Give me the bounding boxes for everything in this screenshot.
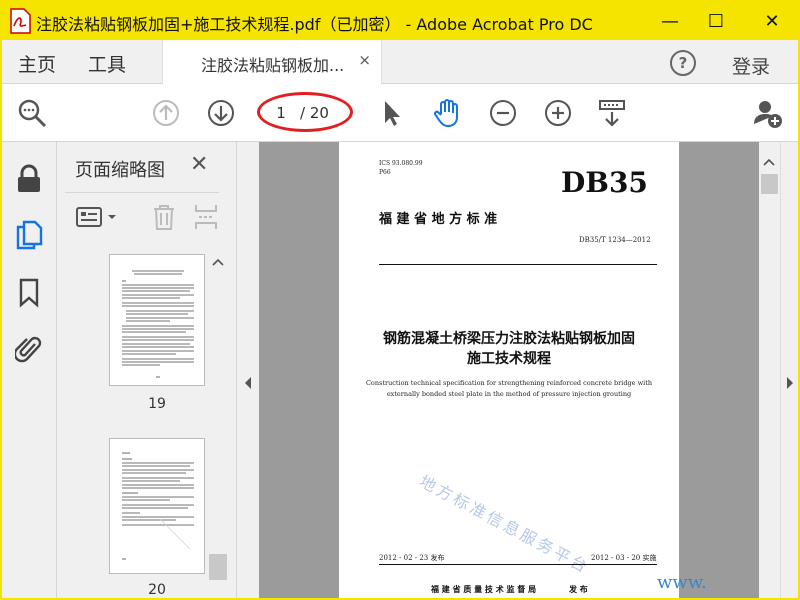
ics-code: ICS 93.080.99 bbox=[379, 160, 423, 167]
select-cursor-icon[interactable] bbox=[376, 97, 408, 129]
zoom-out-icon[interactable] bbox=[487, 97, 519, 129]
document-viewport[interactable]: ICS 93.080.99 P66 DB35 福 建 省 地 方 标 准 DB3… bbox=[259, 142, 759, 598]
thumbnail-options-icon[interactable] bbox=[75, 205, 121, 229]
implementation-date: 2012 - 03 - 20 实施 bbox=[591, 554, 657, 562]
category-code: P66 bbox=[379, 169, 391, 176]
site-watermark: www. com bbox=[657, 572, 707, 593]
maximize-button[interactable]: ☐ bbox=[692, 2, 740, 40]
left-rail bbox=[2, 142, 57, 598]
acrobat-window: 注胶法粘贴钢板加固+施工技术规程.pdf（已加密） - Adobe Acroba… bbox=[0, 0, 800, 600]
thumbnail-page[interactable] bbox=[109, 254, 205, 386]
close-panel-button[interactable]: ✕ bbox=[190, 152, 208, 177]
province-standard: 福 建 省 地 方 标 准 bbox=[379, 212, 498, 227]
pdf-page: ICS 93.080.99 P66 DB35 福 建 省 地 方 标 准 DB3… bbox=[339, 142, 679, 598]
tab-document[interactable]: 注胶法粘贴钢板加... × bbox=[162, 40, 382, 85]
lock-icon[interactable] bbox=[14, 164, 44, 194]
document-tab-label: 注胶法粘贴钢板加... bbox=[201, 56, 345, 75]
search-zoom-icon[interactable] bbox=[16, 97, 48, 129]
footer-rule bbox=[379, 564, 657, 565]
panel-toolbar bbox=[65, 192, 219, 232]
tab-bar: 主页 工具 注胶法粘贴钢板加... × ? 登录 bbox=[2, 40, 798, 85]
close-window-button[interactable]: ✕ bbox=[748, 2, 796, 40]
issuer-suffix: 发 布 bbox=[569, 584, 588, 594]
highlight-ellipse bbox=[257, 92, 353, 132]
english-title-line1: Construction technical specification for… bbox=[365, 379, 653, 387]
chevron-right-icon bbox=[787, 377, 793, 389]
thumbnail-label: 20 bbox=[148, 582, 166, 598]
scroll-mode-icon[interactable] bbox=[596, 97, 628, 129]
minimize-button[interactable]: — bbox=[646, 2, 694, 40]
standard-code: DB35/T 1234—2012 bbox=[579, 236, 651, 244]
page-down-icon[interactable] bbox=[205, 97, 237, 129]
english-title-line2: externally bonded steel plate in the met… bbox=[386, 390, 632, 398]
collapse-left-panel[interactable] bbox=[237, 142, 259, 598]
thumbnail-scroll-thumb[interactable] bbox=[209, 554, 227, 580]
document-title-line1: 钢筋混凝土桥梁压力注胶法粘贴钢板加固 bbox=[383, 331, 635, 347]
tab-tools[interactable]: 工具 bbox=[88, 50, 126, 77]
pdf-app-icon bbox=[10, 8, 31, 34]
close-tab-button[interactable]: × bbox=[358, 51, 371, 69]
help-icon[interactable]: ? bbox=[670, 50, 696, 76]
thumbnail-page[interactable] bbox=[109, 438, 205, 574]
attachment-icon[interactable] bbox=[14, 334, 44, 364]
pages-icon[interactable] bbox=[14, 220, 44, 250]
close-icon: ✕ bbox=[764, 10, 780, 32]
chevron-left-icon bbox=[245, 377, 251, 389]
bookmark-icon[interactable] bbox=[14, 278, 44, 308]
minimize-icon: — bbox=[661, 10, 679, 32]
document-title-line2: 施工技术规程 bbox=[467, 351, 551, 367]
thumbnail-scrollbar[interactable] bbox=[207, 254, 229, 584]
tab-home[interactable]: 主页 bbox=[18, 50, 56, 77]
collapse-right-panel[interactable] bbox=[780, 142, 798, 598]
panel-title: 页面缩略图 bbox=[75, 160, 165, 181]
document-scrollbar[interactable] bbox=[759, 142, 780, 598]
login-button[interactable]: 登录 bbox=[732, 52, 770, 79]
chevron-up-icon[interactable] bbox=[763, 158, 775, 166]
zoom-in-icon[interactable] bbox=[542, 97, 574, 129]
title-bar: 注胶法粘贴钢板加固+施工技术规程.pdf（已加密） - Adobe Acroba… bbox=[2, 2, 798, 40]
standard-prefix: DB35 bbox=[561, 166, 648, 199]
header-rule bbox=[379, 264, 657, 265]
add-user-icon[interactable] bbox=[752, 97, 784, 129]
page-up-icon[interactable] bbox=[150, 97, 182, 129]
chevron-up-icon[interactable] bbox=[212, 258, 224, 266]
window-title: 注胶法粘贴钢板加固+施工技术规程.pdf（已加密） - Adobe Acroba… bbox=[36, 15, 593, 34]
extract-page-icon[interactable] bbox=[193, 203, 219, 231]
maximize-icon: ☐ bbox=[707, 10, 725, 32]
thumbnails-panel: 页面缩略图 ✕ 19 20 bbox=[57, 142, 237, 598]
delete-page-icon[interactable] bbox=[151, 203, 177, 231]
hand-tool-icon[interactable] bbox=[431, 97, 463, 129]
document-scroll-thumb[interactable] bbox=[761, 174, 778, 194]
issuer-name: 福 建 省 质 量 技 术 监 督 局 bbox=[431, 584, 537, 594]
thumbnail-label: 19 bbox=[148, 396, 166, 412]
issue-date: 2012 - 02 - 23 发布 bbox=[379, 554, 445, 562]
main-toolbar: / 20 bbox=[2, 84, 798, 142]
